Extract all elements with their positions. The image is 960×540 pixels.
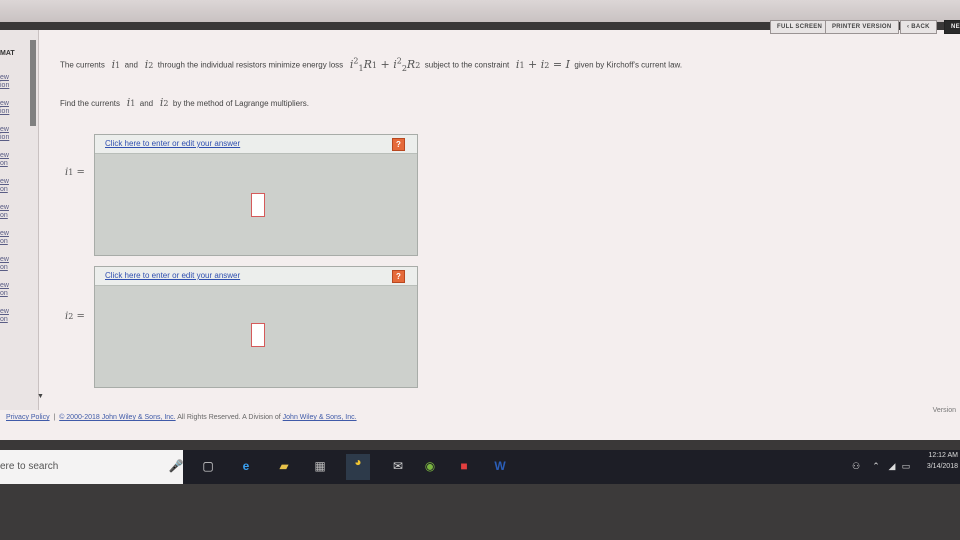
company-link[interactable]: John Wiley & Sons, Inc. [283,414,357,421]
edit-answer-link[interactable]: Click here to enter or edit your answer [105,139,240,148]
answer-input-i1[interactable] [251,193,265,217]
question-text: by the method of Lagrange multipliers. [172,99,309,108]
microphone-icon[interactable]: 🎤 [168,458,184,474]
word-icon[interactable]: W [492,458,508,474]
clock-time: 12:12 AM [928,452,958,459]
people-icon[interactable]: ⚇ [848,458,864,474]
help-button[interactable]: ? [392,270,405,283]
answer-input-i2[interactable] [251,323,265,347]
answer-header: Click here to enter or edit your answer … [95,267,417,286]
question-text: and [124,60,139,70]
clock-date: 3/14/2018 [926,463,958,470]
sidebar-item[interactable]: on [0,316,36,323]
var-i2: i2 [159,96,169,109]
app-red-icon[interactable]: ■ [456,458,472,474]
sidebar-item[interactable]: on [0,238,36,245]
sidebar-item[interactable]: ion [0,108,36,115]
sidebar-item[interactable]: ew [0,204,36,211]
question-text: The currents [60,60,105,70]
printer-version-button[interactable]: PRINTER VERSION [825,20,899,34]
sidebar-item[interactable]: ew [0,230,36,237]
sidebar-item[interactable]: on [0,264,36,271]
question-text: through the individual resistors minimiz… [157,60,344,70]
chevron-up-icon[interactable]: ⌃ [868,458,884,474]
sidebar-item[interactable]: ion [0,82,36,89]
question-text: subject to the constraint [424,60,510,70]
sidebar-item[interactable]: ion [0,134,36,141]
clock[interactable]: 12:12 AM 3/14/2018 [927,450,958,472]
var-i1: i1 [126,96,136,109]
back-button[interactable]: ‹ BACK [900,20,937,34]
constraint-expression: i1 + i2 = I [515,57,570,71]
answer-box-i1: Click here to enter or edit your answer … [65,134,418,256]
sidebar-item[interactable]: ew [0,100,36,107]
file-explorer-icon[interactable]: ▰ [276,458,292,474]
assignment-page: MAT ew ion ew ion ew ion ew on ew on ew on ew on ew on e… [0,30,960,440]
sidebar-item[interactable]: ew [0,126,36,133]
answer-label-i1: i1 = [65,167,85,178]
edit-answer-link[interactable]: Click here to enter or edit your answer [105,271,240,280]
answer-label-i2: i2 = [65,311,85,322]
store-icon[interactable]: ▦ [312,458,328,474]
copyright-link[interactable]: © 2000-2018 John Wiley & Sons, Inc. [59,414,175,421]
sidebar-item[interactable]: on [0,212,36,219]
chrome-icon[interactable]: ◕ [346,454,370,480]
privacy-policy-link[interactable]: Privacy Policy [6,414,50,421]
energy-loss-expression: i21R1 + i22R2 [349,56,421,73]
sidebar-item[interactable]: ew [0,178,36,185]
sidebar-item[interactable]: on [0,160,36,167]
edge-icon[interactable]: e [238,458,254,474]
footer-separator: | [53,414,56,421]
help-button[interactable]: ? [392,138,405,151]
next-button[interactable]: NE [944,20,960,34]
question-text: given by Kirchoff's current law. [574,60,683,70]
app-w-icon[interactable]: ◉ [422,458,438,474]
task-view-icon[interactable]: ▢ [200,458,216,474]
question-line-2: Find the currents i1 and i2 by the metho… [60,96,309,109]
question-text: and [139,99,154,108]
question-line-1: The currents i1 and i2 through the indiv… [60,56,682,73]
question-text: Find the currents [60,99,121,108]
sidebar-item[interactable]: ew [0,282,36,289]
scroll-down-icon[interactable]: ▼ [37,393,44,400]
mail-icon[interactable]: ✉ [390,458,406,474]
search-placeholder: ere to search [0,461,59,472]
var-i2: i2 [144,57,154,71]
desk-surface [0,484,960,540]
answer-header: Click here to enter or edit your answer … [95,135,417,154]
system-tray: ⚇ ⌃ ◢ ▭ 12:12 AM 3/14/2018 [840,450,960,484]
sidebar-item[interactable]: ew [0,256,36,263]
full-screen-button[interactable]: FULL SCREEN [770,20,830,34]
browser-chrome [0,0,960,22]
left-navigation: MAT ew ion ew ion ew ion ew on ew on ew on ew on ew on e… [0,30,44,410]
sidebar-item[interactable]: ew [0,152,36,159]
taskbar-search[interactable]: ere to search [0,450,183,484]
rights-text: All Rights Reserved. A Division of [177,414,281,421]
nav-heading: MAT [0,50,15,57]
version-label: Version [932,407,956,414]
sidebar-item[interactable]: on [0,186,36,193]
sidebar-item[interactable]: on [0,290,36,297]
battery-icon[interactable]: ▭ [898,458,914,474]
var-i1: i1 [111,57,121,71]
taskbar: ere to search 🎤 ▢ e ▰ ▦ ◕ ✉ ◉ ■ W ⚇ ⌃ ◢ … [0,450,960,484]
sidebar-item[interactable]: ew [0,74,36,81]
footer: Privacy Policy | © 2000-2018 John Wiley … [6,414,357,421]
sidebar-item[interactable]: ew [0,308,36,315]
answer-box-i2: Click here to enter or edit your answer … [65,266,418,388]
